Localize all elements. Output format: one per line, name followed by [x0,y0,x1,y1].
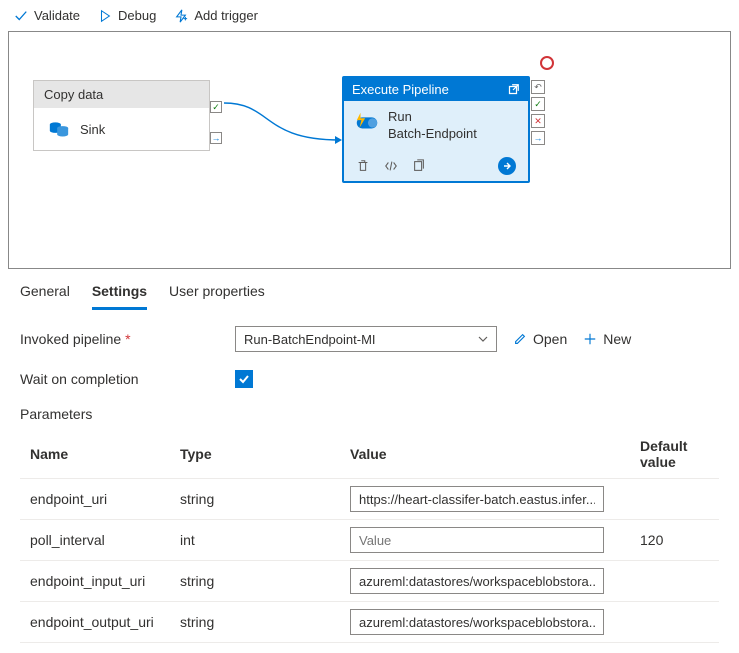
arrow-right-icon [502,161,512,171]
param-default [630,479,719,520]
parameters-table: Name Type Value Default value endpoint_u… [20,430,719,643]
execute-pipeline-body: Run Batch-Endpoint [344,101,528,151]
param-name: endpoint_uri [20,479,170,520]
check-icon [238,373,250,385]
param-default [630,602,719,643]
param-value-input[interactable] [350,568,604,594]
param-value-input[interactable] [350,609,604,635]
open-external-icon[interactable] [506,83,520,97]
copy-data-body: Sink [34,108,209,150]
sink-label: Sink [80,122,105,137]
param-type: int [170,520,340,561]
property-tabs: General Settings User properties [0,269,739,310]
plus-icon [583,332,597,346]
table-row: endpoint_input_uri string [20,561,719,602]
execute-pipeline-node[interactable]: Execute Pipeline Run Batch-Endpoint [342,76,530,183]
param-value-input[interactable] [350,486,604,512]
run-button[interactable] [498,157,516,175]
run-label: Run [388,109,477,126]
check-icon [14,9,28,23]
toolbar: Validate Debug Add trigger [0,0,739,31]
execute-pipeline-footer [344,151,528,181]
check-icon: ✓ [212,102,220,113]
param-name: endpoint_output_uri [20,602,170,643]
param-value-input[interactable] [350,527,604,553]
table-row: endpoint_output_uri string [20,602,719,643]
database-icon [48,118,70,140]
delete-icon[interactable] [356,159,370,173]
col-header-value: Value [340,430,630,479]
validate-label: Validate [34,8,80,23]
table-row: poll_interval int 120 [20,520,719,561]
debug-button[interactable]: Debug [98,8,156,23]
node-side-ports: ↶ ✓ ✕ → [531,80,545,145]
param-name: poll_interval [20,520,170,561]
param-type: string [170,602,340,643]
col-header-name: Name [20,430,170,479]
connector-line [222,100,344,150]
edit-icon [513,332,527,346]
open-pipeline-button[interactable]: Open [513,331,567,347]
port-failure[interactable]: ✕ [531,114,545,128]
breakpoint-indicator[interactable] [540,56,554,70]
execute-pipeline-header: Execute Pipeline [344,78,528,101]
col-header-default: Default value [630,430,719,479]
add-trigger-label: Add trigger [194,8,258,23]
tab-general[interactable]: General [20,283,70,310]
output-port-success[interactable]: ✓ [210,101,222,113]
settings-form: Invoked pipeline * Run-BatchEndpoint-MI … [0,310,739,653]
play-icon [98,9,112,23]
output-port-skip[interactable]: → [210,132,222,144]
param-default [630,561,719,602]
tab-settings[interactable]: Settings [92,283,147,310]
param-type: string [170,479,340,520]
execute-pipeline-title: Execute Pipeline [352,82,449,97]
wait-on-completion-label: Wait on completion [20,371,235,387]
invoked-pipeline-label: Invoked pipeline * [20,331,235,347]
port-retry[interactable]: ↶ [531,80,545,94]
tab-user-properties[interactable]: User properties [169,283,265,310]
new-pipeline-button[interactable]: New [583,331,631,347]
param-default: 120 [630,520,719,561]
pipeline-canvas[interactable]: Copy data Sink ✓ → Execute Pipeline [8,31,731,269]
pipeline-run-icon [354,109,380,135]
col-header-type: Type [170,430,340,479]
add-trigger-button[interactable]: Add trigger [174,8,258,23]
code-icon[interactable] [384,159,398,173]
copy-data-title: Copy data [34,81,209,108]
table-row: endpoint_uri string [20,479,719,520]
invoked-pipeline-dropdown[interactable]: Run-BatchEndpoint-MI [235,326,497,352]
trigger-icon [174,9,188,23]
port-completion[interactable]: → [531,131,545,145]
endpoint-label: Batch-Endpoint [388,126,477,143]
param-name: endpoint_input_uri [20,561,170,602]
port-success[interactable]: ✓ [531,97,545,111]
invoked-pipeline-value: Run-BatchEndpoint-MI [244,332,376,347]
param-type: string [170,561,340,602]
copy-icon[interactable] [412,159,426,173]
wait-on-completion-checkbox[interactable] [235,370,253,388]
arrow-icon: → [212,133,221,143]
copy-data-node[interactable]: Copy data Sink ✓ → [33,80,210,151]
chevron-down-icon [478,334,488,344]
parameters-section-title: Parameters [20,406,719,422]
validate-button[interactable]: Validate [14,8,80,23]
debug-label: Debug [118,8,156,23]
